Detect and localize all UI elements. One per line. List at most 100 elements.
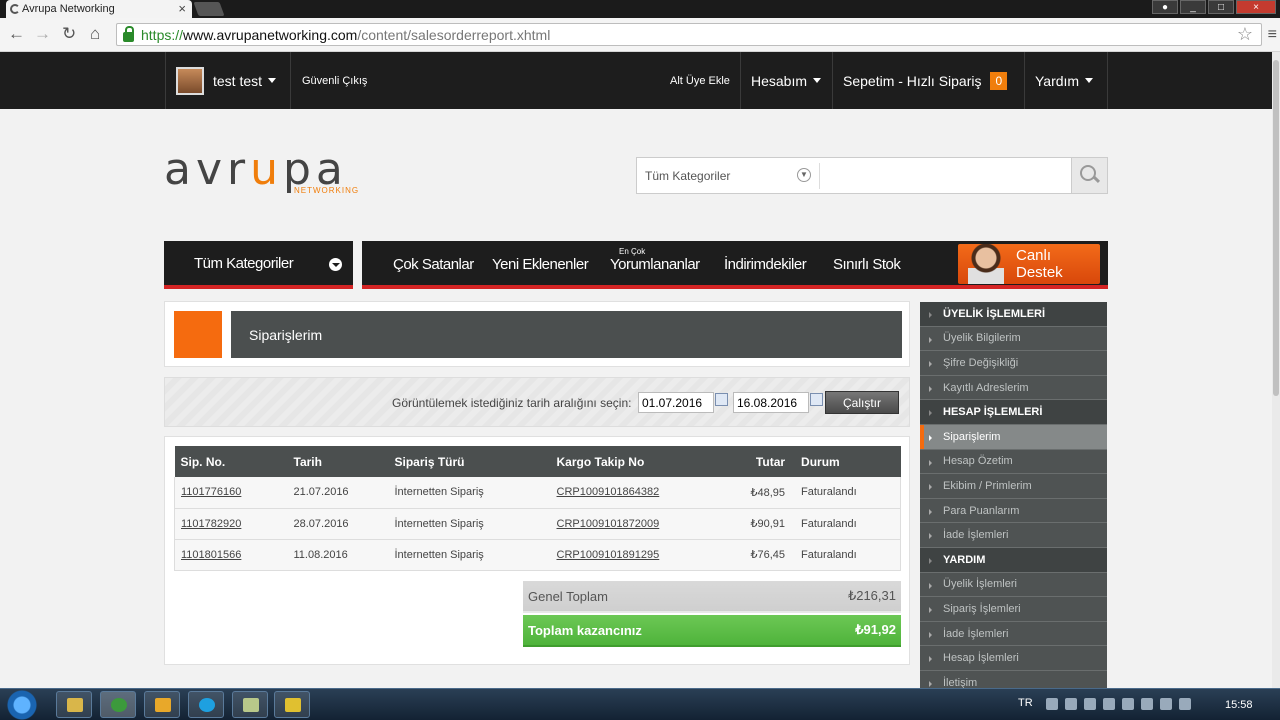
general-total-row: Genel Toplam ₺216,31: [523, 581, 901, 613]
site-logo[interactable]: avrupa NETWORKING: [164, 148, 358, 196]
order-date: 21.07.2016: [287, 477, 389, 509]
nav-best-sellers[interactable]: Çok Satanlar: [393, 256, 474, 273]
sidebar-item-membership-info[interactable]: Üyelik Bilgilerim: [920, 327, 1107, 352]
tray-app-icon[interactable]: [1122, 698, 1134, 710]
sidebar-item-returns[interactable]: İade İşlemleri: [920, 523, 1107, 548]
order-type: İnternetten Sipariş: [388, 508, 551, 540]
nav-most-reviewed[interactable]: Yorumlananlar: [610, 256, 700, 273]
network-icon[interactable]: [1160, 698, 1172, 710]
clock[interactable]: 15:58: [1225, 699, 1253, 711]
tray-flag-icon[interactable]: [1065, 698, 1077, 710]
order-status: Faturalandı: [795, 508, 902, 540]
calendar-icon[interactable]: [715, 393, 728, 406]
tracking-link[interactable]: CRP1009101864382: [557, 486, 660, 498]
url-bar[interactable]: https://www.avrupanetworking.com/content…: [116, 23, 1262, 46]
start-button[interactable]: [6, 690, 38, 720]
site-top-bar: test test Güvenli Çıkış Alt Üye Ekle Hes…: [0, 52, 1272, 109]
taskbar-app[interactable]: [274, 691, 310, 718]
sidebar-header-help: YARDIM: [920, 547, 1107, 573]
taskbar-skype[interactable]: [188, 691, 224, 718]
tray-app-icon[interactable]: [1103, 698, 1115, 710]
sidebar-item-help-membership[interactable]: Üyelik İşlemleri: [920, 573, 1107, 598]
date-filter: Görüntülemek istediğiniz tarih aralığını…: [164, 377, 910, 427]
logout-link[interactable]: Güvenli Çıkış: [290, 52, 377, 109]
order-number-link[interactable]: 1101801566: [181, 549, 241, 561]
date-from-input[interactable]: [638, 392, 714, 413]
order-amount: ₺48,95: [744, 477, 796, 509]
chevron-down-icon[interactable]: ▼: [797, 168, 811, 182]
sidebar-item-help-account[interactable]: Hesap İşlemleri: [920, 646, 1107, 671]
sidebar-item-help-returns[interactable]: İade İşlemleri: [920, 622, 1107, 647]
tracking-link[interactable]: CRP1009101872009: [557, 518, 660, 530]
home-icon[interactable]: ⌂: [90, 24, 100, 44]
sidebar-item-addresses[interactable]: Kayıtlı Adreslerim: [920, 376, 1107, 401]
nav-new-arrivals[interactable]: Yeni Eklenenler: [492, 256, 589, 273]
chrome-icon: [111, 698, 127, 712]
taskbar-chrome[interactable]: [100, 691, 136, 718]
window-controls: ● _ □ ×: [1152, 0, 1276, 14]
scrollbar-thumb[interactable]: [1273, 60, 1279, 396]
cart-label: Sepetim - Hızlı Sipariş: [843, 72, 982, 89]
new-tab-button[interactable]: [193, 2, 225, 16]
search-icon[interactable]: [1071, 158, 1107, 193]
run-button[interactable]: Çalıştır: [825, 391, 899, 414]
sidebar-item-password-change[interactable]: Şifre Değişikliği: [920, 351, 1107, 376]
column-header: Sip. No.: [174, 446, 288, 477]
volume-icon[interactable]: [1179, 698, 1191, 710]
sidebar-item-orders[interactable]: Siparişlerim: [920, 424, 1107, 450]
back-arrow-icon[interactable]: ←: [8, 24, 25, 44]
tray-arrow-icon[interactable]: [1046, 698, 1058, 710]
column-header: Tutar: [744, 446, 796, 477]
account-menu[interactable]: Hesabım: [740, 52, 831, 109]
menu-icon[interactable]: ≡: [1268, 26, 1277, 44]
all-categories-label: Tüm Kategoriler: [194, 254, 294, 272]
order-number-link[interactable]: 1101776160: [181, 486, 241, 498]
browser-tab[interactable]: Avrupa Networking ×: [6, 0, 192, 18]
tracking-link[interactable]: CRP1009101891295: [557, 549, 660, 561]
order-number-link[interactable]: 1101782920: [181, 518, 241, 530]
minimize-icon[interactable]: _: [1180, 0, 1206, 14]
search-bar: Tüm Kategoriler ▼: [636, 157, 1108, 194]
tray-app-icon[interactable]: [1084, 698, 1096, 710]
help-menu[interactable]: Yardım: [1024, 52, 1108, 109]
nav-on-sale[interactable]: İndirimdekiler: [724, 256, 807, 273]
chevron-down-icon: [329, 258, 342, 271]
taskbar-outlook[interactable]: [144, 691, 180, 718]
taskbar-explorer[interactable]: [56, 691, 92, 718]
close-window-icon[interactable]: ×: [1236, 0, 1276, 14]
sidebar-item-money-points[interactable]: Para Puanlarım: [920, 499, 1107, 524]
page-scrollbar[interactable]: [1272, 52, 1280, 688]
search-input[interactable]: [819, 163, 1071, 189]
skype-icon: [199, 698, 215, 712]
user-icon[interactable]: ●: [1152, 0, 1178, 14]
maximize-icon[interactable]: □: [1208, 0, 1234, 14]
cart-link[interactable]: Sepetim - Hızlı Sipariş 0: [832, 52, 1017, 109]
reload-icon[interactable]: ↻: [62, 24, 76, 44]
bookmark-star-icon[interactable]: ☆: [1237, 24, 1253, 45]
tray-app-icon[interactable]: [1141, 698, 1153, 710]
os-taskbar: TR 15:58: [0, 688, 1280, 720]
sidebar-item-team-bonuses[interactable]: Ekibim / Primlerim: [920, 474, 1107, 499]
tab-close-icon[interactable]: ×: [178, 1, 186, 16]
general-total-value: ₺216,31: [847, 588, 896, 603]
language-indicator[interactable]: TR: [1018, 697, 1033, 709]
date-filter-label: Görüntülemek istediğiniz tarih aralığını…: [392, 396, 632, 410]
browser-toolbar: ← → ↻ ⌂ https://www.avrupanetworking.com…: [0, 18, 1280, 52]
chevron-down-icon: [268, 78, 277, 83]
add-sub-member-link[interactable]: Alt Üye Ekle: [660, 52, 740, 109]
live-support-button[interactable]: Canlı Destek: [958, 244, 1100, 284]
search-category-select[interactable]: Tüm Kategoriler: [645, 169, 730, 183]
calendar-icon[interactable]: [810, 393, 823, 406]
taskbar-notes[interactable]: [232, 691, 268, 718]
forward-arrow-icon[interactable]: →: [34, 24, 51, 44]
system-tray: [1046, 698, 1191, 710]
user-menu[interactable]: test test: [165, 52, 289, 109]
date-to-input[interactable]: [733, 392, 809, 413]
sidebar-item-account-summary[interactable]: Hesap Özetim: [920, 450, 1107, 475]
order-amount: ₺90,91: [744, 508, 796, 540]
all-categories-button[interactable]: Tüm Kategoriler: [164, 241, 353, 289]
general-total-label: Genel Toplam: [528, 588, 608, 604]
sidebar-item-help-orders[interactable]: Sipariş İşlemleri: [920, 597, 1107, 622]
nav-limited-stock[interactable]: Sınırlı Stok: [833, 256, 901, 273]
category-nav: Çok Satanlar Yeni Eklenenler En Çok Yoru…: [362, 241, 1108, 289]
